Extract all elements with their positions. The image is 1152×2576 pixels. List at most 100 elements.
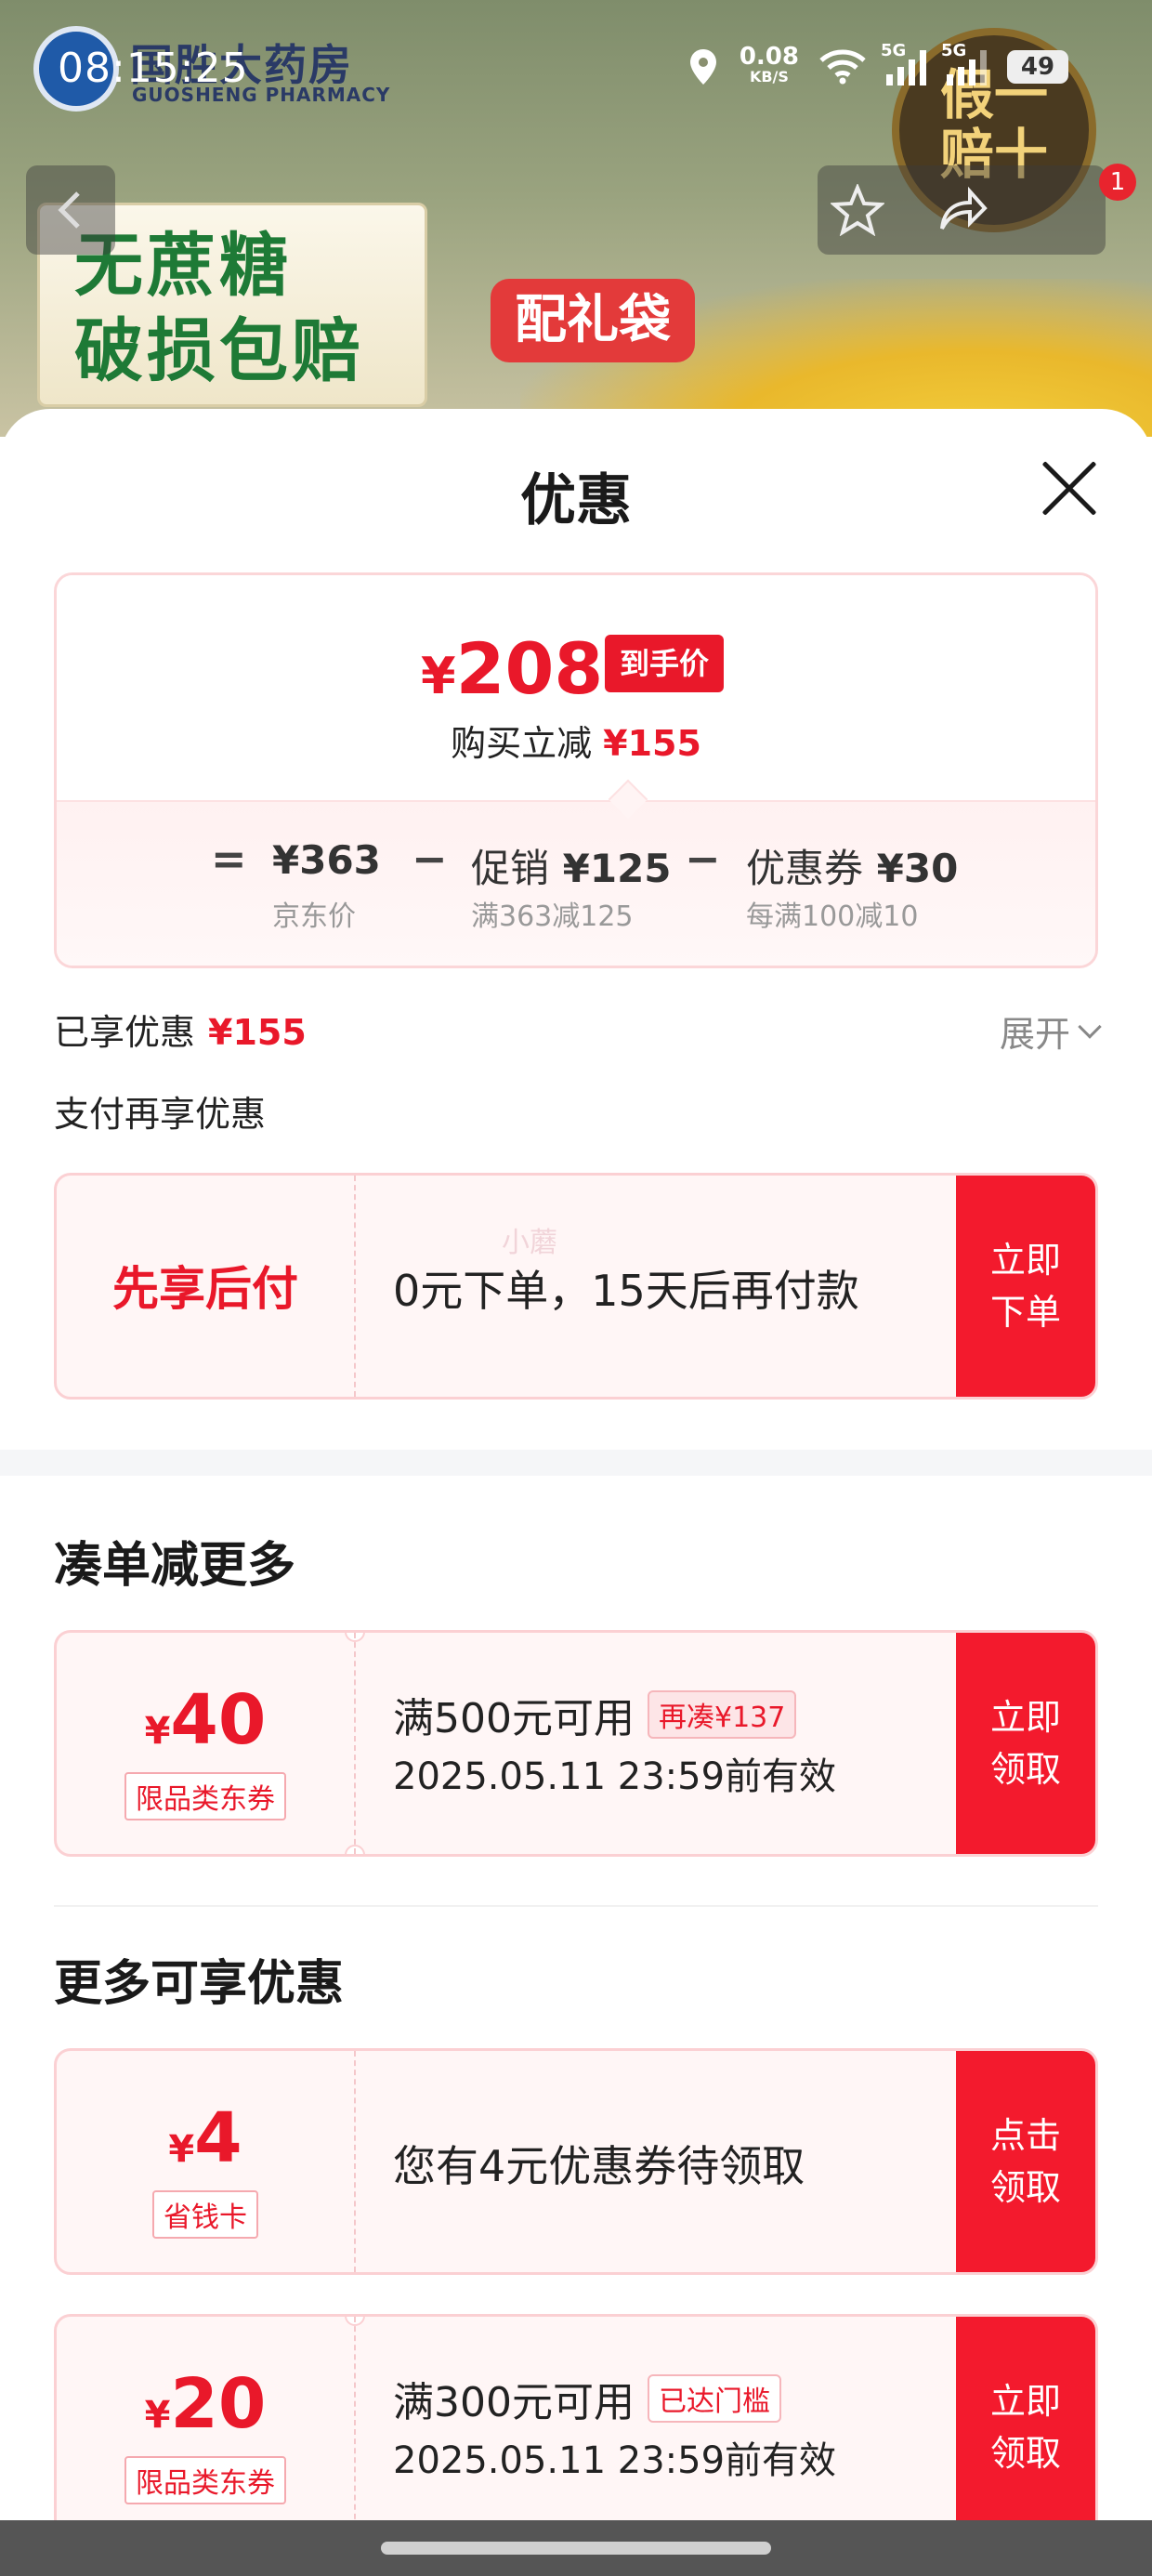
star-icon[interactable] — [831, 184, 884, 236]
threshold-reached-tag: 已达门槛 — [647, 2374, 781, 2423]
claim-saver-button[interactable]: 点击领取 — [956, 2051, 1095, 2272]
pay-later-title: 先享后付 — [112, 1262, 298, 1316]
card-divider — [354, 1176, 356, 1397]
divider-line — [54, 1905, 1098, 1907]
add-more-tag: 再凑¥137 — [647, 1690, 797, 1739]
enjoyed-label: 已享优惠 — [54, 1012, 196, 1053]
buy-reduce: 购买立减 ¥155 — [57, 715, 1095, 766]
coupon-type-label: 限品类东券 — [124, 1772, 286, 1820]
final-price: ¥208 — [421, 627, 603, 718]
coupon-expiry: 2025.05.11 23:59前有效 — [393, 1755, 837, 1798]
expand-button[interactable]: 展开 — [999, 1005, 1102, 1057]
claim-label: 立即领取 — [989, 1697, 1061, 1790]
claim-saver-label: 点击领取 — [989, 2115, 1061, 2208]
promo-rule: 满363减125 — [471, 900, 634, 933]
watermark: 小蘑 — [502, 1227, 557, 1259]
saver-currency: ¥ — [168, 2128, 195, 2171]
promo-text: 无蔗糖 破损包赔 — [74, 223, 364, 394]
reduce-label: 购买立减 — [451, 723, 593, 764]
saver-card: ¥4 省钱卡 您有4元优惠券待领取 点击领取 — [54, 2048, 1098, 2275]
sim1-label: 5G — [881, 41, 907, 60]
status-time: 08:15:25 — [58, 45, 249, 92]
jd-price: ¥363 — [272, 837, 381, 883]
bundle-section-title: 凑单减更多 — [54, 1538, 296, 1594]
discount-sheet: 优惠 ¥208 到手价 购买立减 ¥155 = ¥363 京东价 − 促销 ¥12… — [0, 409, 1152, 2576]
coupon-value: ¥30 — [876, 846, 959, 891]
order-now-label: 立即下单 — [989, 1240, 1061, 1333]
more-section-title: 更多可享优惠 — [54, 1956, 345, 2012]
top-actions — [818, 165, 1106, 255]
sim2-label: 5G — [941, 41, 967, 60]
coupon-20-type: 限品类东券 — [57, 2456, 354, 2504]
claim-coupon-40-button[interactable]: 立即领取 — [956, 1633, 1095, 1854]
coupon-type: 限品类东券 — [57, 1772, 354, 1820]
saver-amount-value: 4 — [194, 2098, 242, 2178]
coupon-value-block: ¥40 限品类东券 — [57, 1633, 354, 1854]
card-divider — [354, 2051, 356, 2272]
promo-label: 促销 — [471, 846, 550, 891]
back-button[interactable] — [26, 165, 115, 255]
minus-sign-2: − — [685, 834, 721, 884]
order-now-button[interactable]: 立即下单 — [956, 1176, 1095, 1397]
coupon-label: 优惠券 — [746, 846, 864, 891]
share-icon[interactable] — [936, 186, 988, 234]
back-icon — [58, 191, 80, 229]
pay-later-desc: 0元下单，15天后再付款 — [393, 1266, 859, 1316]
sheet-title: 优惠 — [520, 468, 632, 533]
saver-desc: 您有4元优惠券待领取 — [393, 2141, 805, 2191]
net-speed: 0.08 KB/S — [740, 45, 799, 87]
saver-amount: ¥4 — [57, 2096, 354, 2192]
chevron-down-icon — [1078, 1014, 1102, 1039]
saver-value-block: ¥4 省钱卡 — [57, 2051, 354, 2272]
coupon-currency: ¥ — [144, 1710, 171, 1753]
coupon-condition: 满500元可用 — [393, 1695, 635, 1742]
bundle-coupon-card: ¥40 限品类东券 满500元可用 再凑¥137 2025.05.11 23:5… — [54, 1630, 1098, 1857]
coupon-20-amount-value: 20 — [170, 2364, 267, 2444]
coupon-20-type-label: 限品类东券 — [124, 2456, 286, 2504]
cart-badge: 1 — [1099, 164, 1136, 201]
final-currency: ¥ — [421, 647, 456, 705]
promo-line-1: 无蔗糖 — [74, 226, 292, 306]
coupon-20-condition-row: 满300元可用 已达门槛 — [393, 2369, 781, 2428]
card-divider — [354, 1633, 356, 1854]
pay-later-left: 先享后付 — [57, 1176, 354, 1397]
jd-price-label: 京东价 — [272, 900, 356, 933]
enjoyed-discount: 已享优惠 ¥155 — [54, 1004, 307, 1055]
signal-2-icon: 5G — [941, 41, 987, 85]
promo-value: ¥125 — [562, 846, 672, 891]
location-icon — [689, 49, 716, 85]
signal-1-icon: 5G — [881, 41, 926, 85]
home-gesture-bar[interactable] — [381, 2542, 771, 2555]
promo-amount: 促销 ¥125 — [471, 837, 672, 894]
saver-type-label: 省钱卡 — [152, 2190, 258, 2239]
coupon-body: 满500元可用 再凑¥137 2025.05.11 23:59前有效 — [393, 1633, 956, 1854]
saver-body: 您有4元优惠券待领取 — [393, 2051, 956, 2272]
coupon-20-amount: ¥20 — [57, 2361, 354, 2458]
expand-label: 展开 — [999, 1014, 1070, 1055]
coupon-20-condition: 满300元可用 — [393, 2379, 635, 2426]
wifi-icon — [819, 49, 866, 85]
card-divider — [354, 2317, 356, 2538]
gift-bag-label: 配礼袋 — [491, 279, 695, 362]
status-bar: 08:15:25 0.08 KB/S 5G 5G 49 — [0, 0, 1152, 130]
equals-sign: = — [211, 834, 247, 884]
price-breakdown-card: ¥208 到手价 购买立减 ¥155 = ¥363 京东价 − 促销 ¥125 满… — [54, 572, 1098, 968]
enjoyed-value: ¥155 — [208, 1012, 307, 1053]
coupon-20-body: 满300元可用 已达门槛 2025.05.11 23:59前有效 — [393, 2317, 956, 2538]
claim-20-label: 立即领取 — [989, 2381, 1061, 2474]
final-amount: 208 — [455, 627, 604, 710]
pay-later-body: 0元下单，15天后再付款 — [393, 1176, 956, 1397]
coupon-amount: 优惠券 ¥30 — [746, 837, 958, 894]
coupon-20-value-block: ¥20 限品类东券 — [57, 2317, 354, 2538]
claim-coupon-20-button[interactable]: 立即领取 — [956, 2317, 1095, 2538]
coupon-amount: ¥40 — [57, 1677, 354, 1774]
battery-icon: 49 — [1007, 50, 1068, 84]
coupon-amount-value: 40 — [170, 1680, 267, 1760]
final-price-tag: 到手价 — [605, 635, 725, 692]
section-gap — [0, 1450, 1152, 1476]
saver-type: 省钱卡 — [57, 2190, 354, 2239]
minus-sign-1: − — [412, 834, 448, 884]
pay-more-label: 支付再享优惠 — [54, 1094, 267, 1135]
close-button[interactable] — [1039, 457, 1100, 519]
coupon-rule: 每满100减10 — [746, 900, 919, 933]
